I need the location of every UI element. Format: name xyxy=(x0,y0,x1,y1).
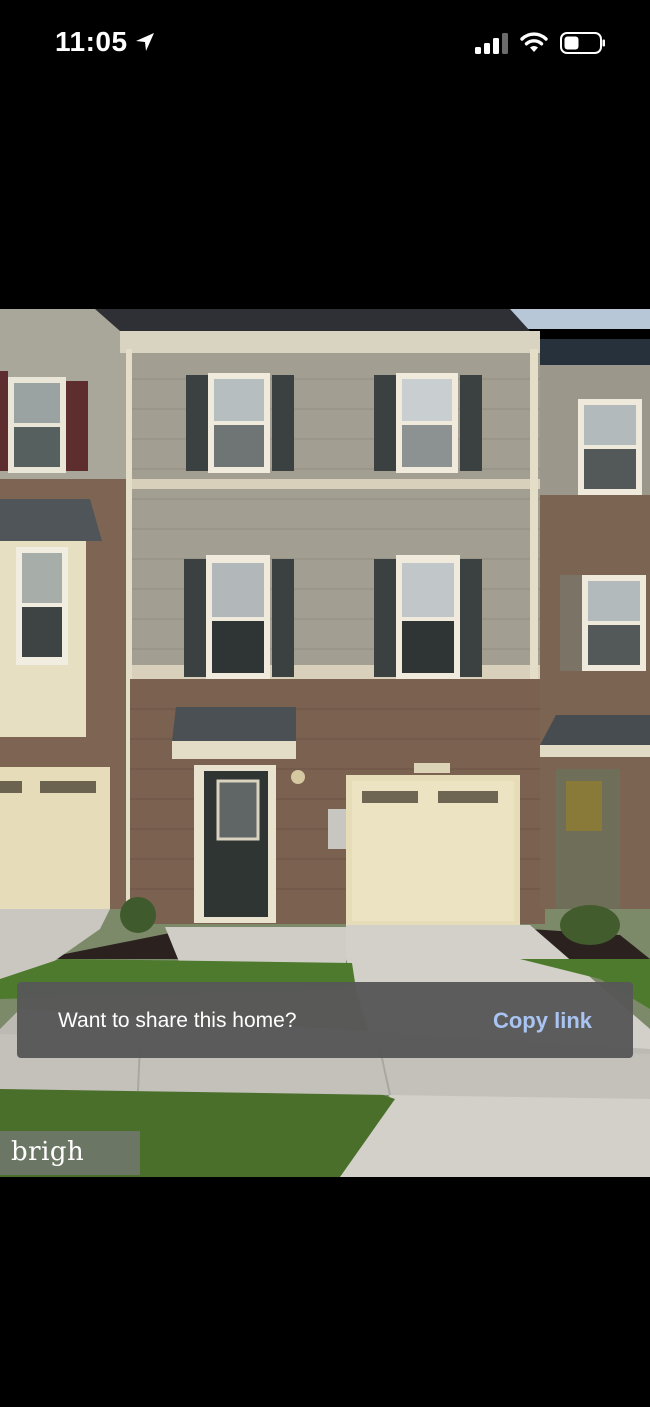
wifi-icon xyxy=(520,32,548,52)
share-toast-message: Want to share this home? xyxy=(58,1009,297,1032)
copy-link-button[interactable]: Copy link xyxy=(493,1008,592,1034)
mls-watermark-text: brigh xyxy=(11,1137,85,1167)
cellular-signal-icon xyxy=(475,33,508,54)
location-arrow-icon xyxy=(136,33,154,51)
share-toast: Want to share this home? Copy link xyxy=(17,982,633,1058)
mls-watermark: brigh xyxy=(0,1131,140,1175)
status-time: 11:05 xyxy=(55,26,128,57)
status-bar: 11:05 xyxy=(0,0,650,88)
battery-icon xyxy=(560,32,605,54)
